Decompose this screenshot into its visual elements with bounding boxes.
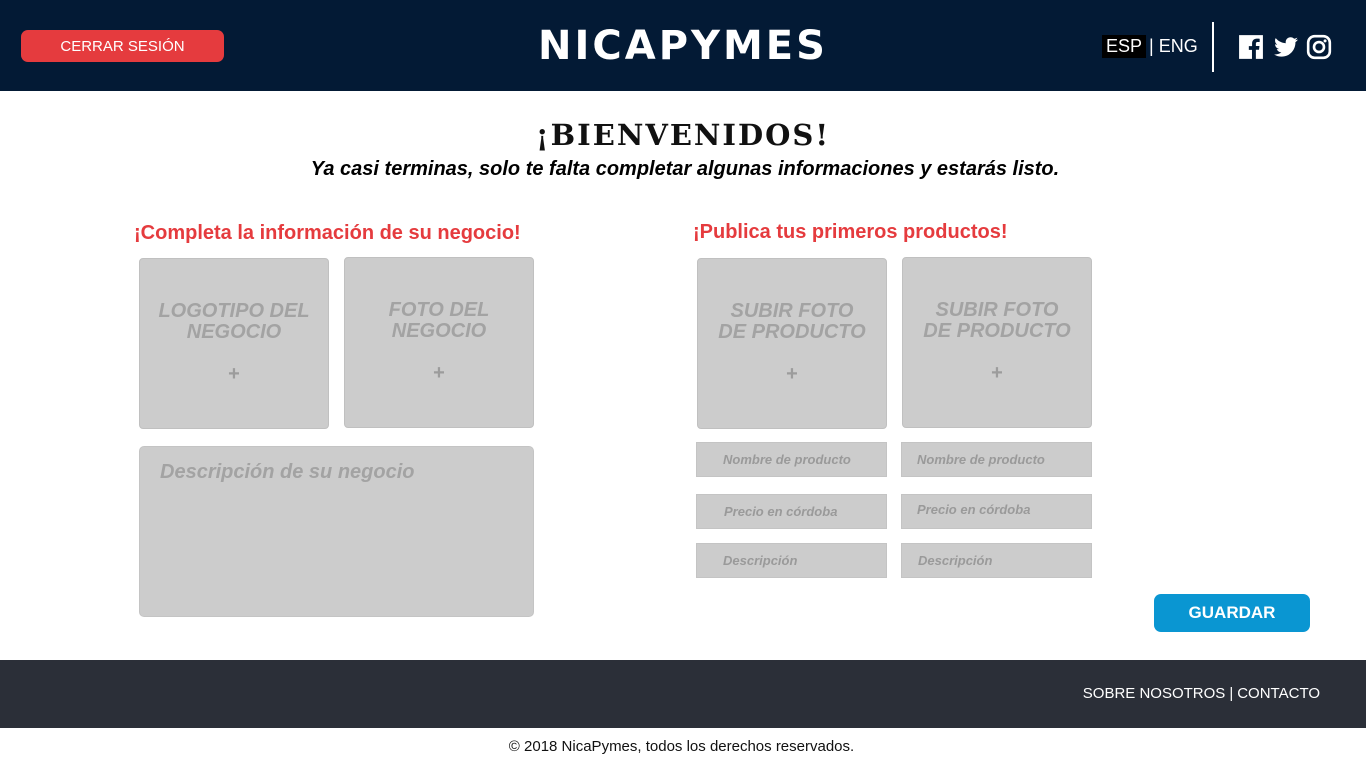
language-switcher: ESP | ENG: [1102, 34, 1198, 58]
business-section-heading: ¡Completa la información de su negocio!: [134, 222, 521, 244]
logout-button[interactable]: CERRAR SESIÓN: [21, 30, 224, 62]
top-header: CERRAR SESIÓN NicaPymes ESP | ENG: [0, 0, 1366, 91]
save-button[interactable]: GUARDAR: [1154, 594, 1310, 632]
product-2-name-field[interactable]: [901, 442, 1092, 477]
welcome-title: ¡BIENVENIDOS!: [535, 118, 831, 152]
facebook-icon[interactable]: [1238, 34, 1264, 60]
plus-icon: +: [433, 362, 445, 384]
product-1-name-field[interactable]: [696, 442, 887, 477]
upload-product-label-2: DE PRODUCTO: [923, 320, 1071, 342]
twitter-icon[interactable]: [1272, 34, 1300, 60]
upload-logo-box[interactable]: LOGOTIPO DEL NEGOCIO +: [139, 258, 329, 429]
product-2-price-field[interactable]: [901, 494, 1092, 529]
upload-product-label-1: SUBIR FOTO: [730, 300, 854, 322]
upload-product-label-2: DE PRODUCTO: [718, 321, 866, 343]
header-divider: [1212, 22, 1214, 72]
products-section-heading: ¡Publica tus primeros productos!: [693, 221, 1008, 243]
footer: SOBRE NOSOTROS | CONTACTO: [0, 660, 1366, 728]
upload-business-photo-box[interactable]: FOTO DEL NEGOCIO +: [344, 257, 534, 428]
footer-links: SOBRE NOSOTROS | CONTACTO: [1083, 685, 1320, 702]
instagram-icon[interactable]: [1306, 34, 1332, 60]
upload-photo-label-2: NEGOCIO: [391, 320, 487, 342]
upload-logo-label-1: LOGOTIPO DEL: [158, 300, 310, 322]
welcome-subtitle: Ya casi terminas, solo te falta completa…: [310, 158, 1060, 180]
product-1-description-field[interactable]: [696, 543, 887, 578]
brand-logo[interactable]: NicaPymes: [505, 22, 861, 70]
upload-logo-label-2: NEGOCIO: [186, 321, 282, 343]
copyright-text: © 2018 NicaPymes, todos los derechos res…: [508, 738, 855, 755]
upload-product-photo-2[interactable]: SUBIR FOTO DE PRODUCTO +: [902, 257, 1092, 428]
lang-esp-link[interactable]: ESP: [1102, 34, 1147, 58]
lang-eng-link[interactable]: ENG: [1159, 36, 1198, 57]
business-description-field[interactable]: [139, 446, 534, 617]
footer-about-link[interactable]: SOBRE NOSOTROS: [1083, 685, 1226, 702]
product-1-price-field[interactable]: [696, 494, 887, 529]
plus-icon: +: [991, 362, 1003, 384]
plus-icon: +: [786, 363, 798, 385]
footer-contact-link[interactable]: CONTACTO: [1237, 685, 1320, 702]
upload-product-label-1: SUBIR FOTO: [935, 299, 1059, 321]
lang-separator: |: [1149, 35, 1154, 56]
product-2-description-field[interactable]: [901, 543, 1092, 578]
plus-icon: +: [228, 363, 240, 385]
upload-photo-label-1: FOTO DEL: [388, 299, 490, 321]
upload-product-photo-1[interactable]: SUBIR FOTO DE PRODUCTO +: [697, 258, 887, 429]
footer-separator: |: [1229, 685, 1234, 702]
